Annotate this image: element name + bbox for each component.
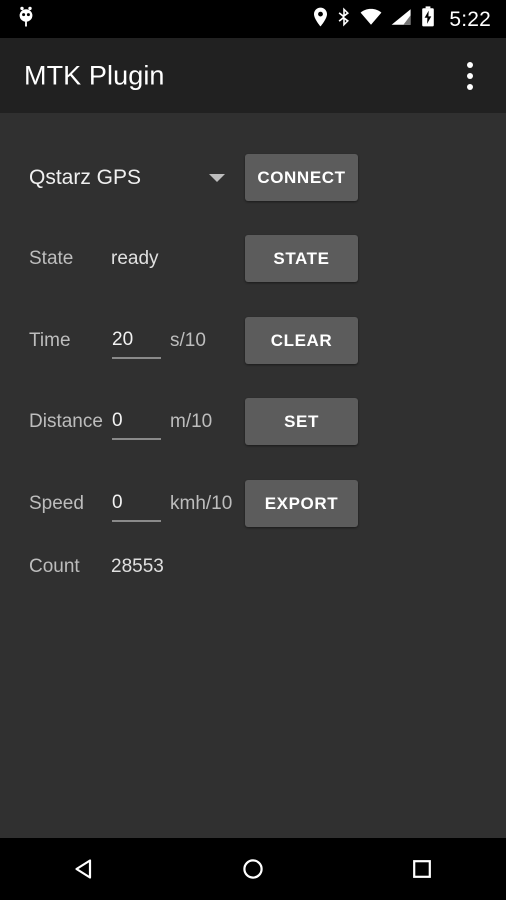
distance-label: Distance [29, 410, 103, 432]
state-button[interactable]: STATE [245, 235, 358, 282]
status-bar-clock: 5:22 [449, 7, 491, 31]
recents-square-icon[interactable] [377, 838, 467, 900]
overflow-menu-icon[interactable] [446, 38, 494, 113]
time-input-value: 20 [112, 328, 134, 350]
device-spinner[interactable]: Qstarz GPS [29, 158, 235, 198]
export-button[interactable]: EXPORT [245, 480, 358, 527]
time-label: Time [29, 329, 71, 351]
status-bar-icons: 5:22 [313, 6, 506, 32]
status-bar-notifications [0, 6, 313, 33]
row-count: Count 28553 [0, 543, 506, 590]
battery-charging-icon [421, 6, 435, 32]
android-robot-icon [16, 6, 36, 33]
overflow-dot [467, 83, 473, 90]
distance-input[interactable]: 0 [112, 404, 161, 440]
state-value: ready [111, 247, 159, 269]
time-unit-label: s/10 [170, 329, 206, 351]
count-value: 28553 [111, 555, 164, 577]
wifi-icon [360, 7, 382, 32]
chevron-down-icon [209, 173, 225, 182]
count-label: Count [29, 555, 80, 577]
distance-input-value: 0 [112, 409, 123, 431]
speed-input[interactable]: 0 [112, 486, 161, 522]
main-content: Qstarz GPS State ready Time 20 s/10 Dist… [0, 113, 506, 838]
back-triangle-icon[interactable] [39, 838, 129, 900]
app-bar: MTK Plugin [0, 38, 506, 113]
overflow-dot [467, 72, 473, 79]
clear-button[interactable]: CLEAR [245, 317, 358, 364]
cellular-signal-icon [391, 7, 412, 32]
location-pin-icon [313, 7, 328, 32]
state-label: State [29, 247, 74, 269]
status-bar: 5:22 [0, 0, 506, 38]
system-navigation-bar [0, 838, 506, 900]
set-button[interactable]: SET [245, 398, 358, 445]
connect-button[interactable]: CONNECT [245, 154, 358, 201]
home-circle-icon[interactable] [208, 838, 298, 900]
speed-unit-label: kmh/10 [170, 492, 233, 514]
page-title: MTK Plugin [24, 60, 165, 90]
device-spinner-value: Qstarz GPS [29, 165, 142, 189]
phone-screen: 5:22 MTK Plugin Qstarz GPS State ready T… [0, 0, 506, 900]
speed-label: Speed [29, 492, 84, 514]
bluetooth-icon [337, 7, 351, 32]
overflow-dot [467, 61, 473, 68]
time-input[interactable]: 20 [112, 323, 161, 359]
distance-unit-label: m/10 [170, 410, 213, 432]
speed-input-value: 0 [112, 491, 123, 513]
